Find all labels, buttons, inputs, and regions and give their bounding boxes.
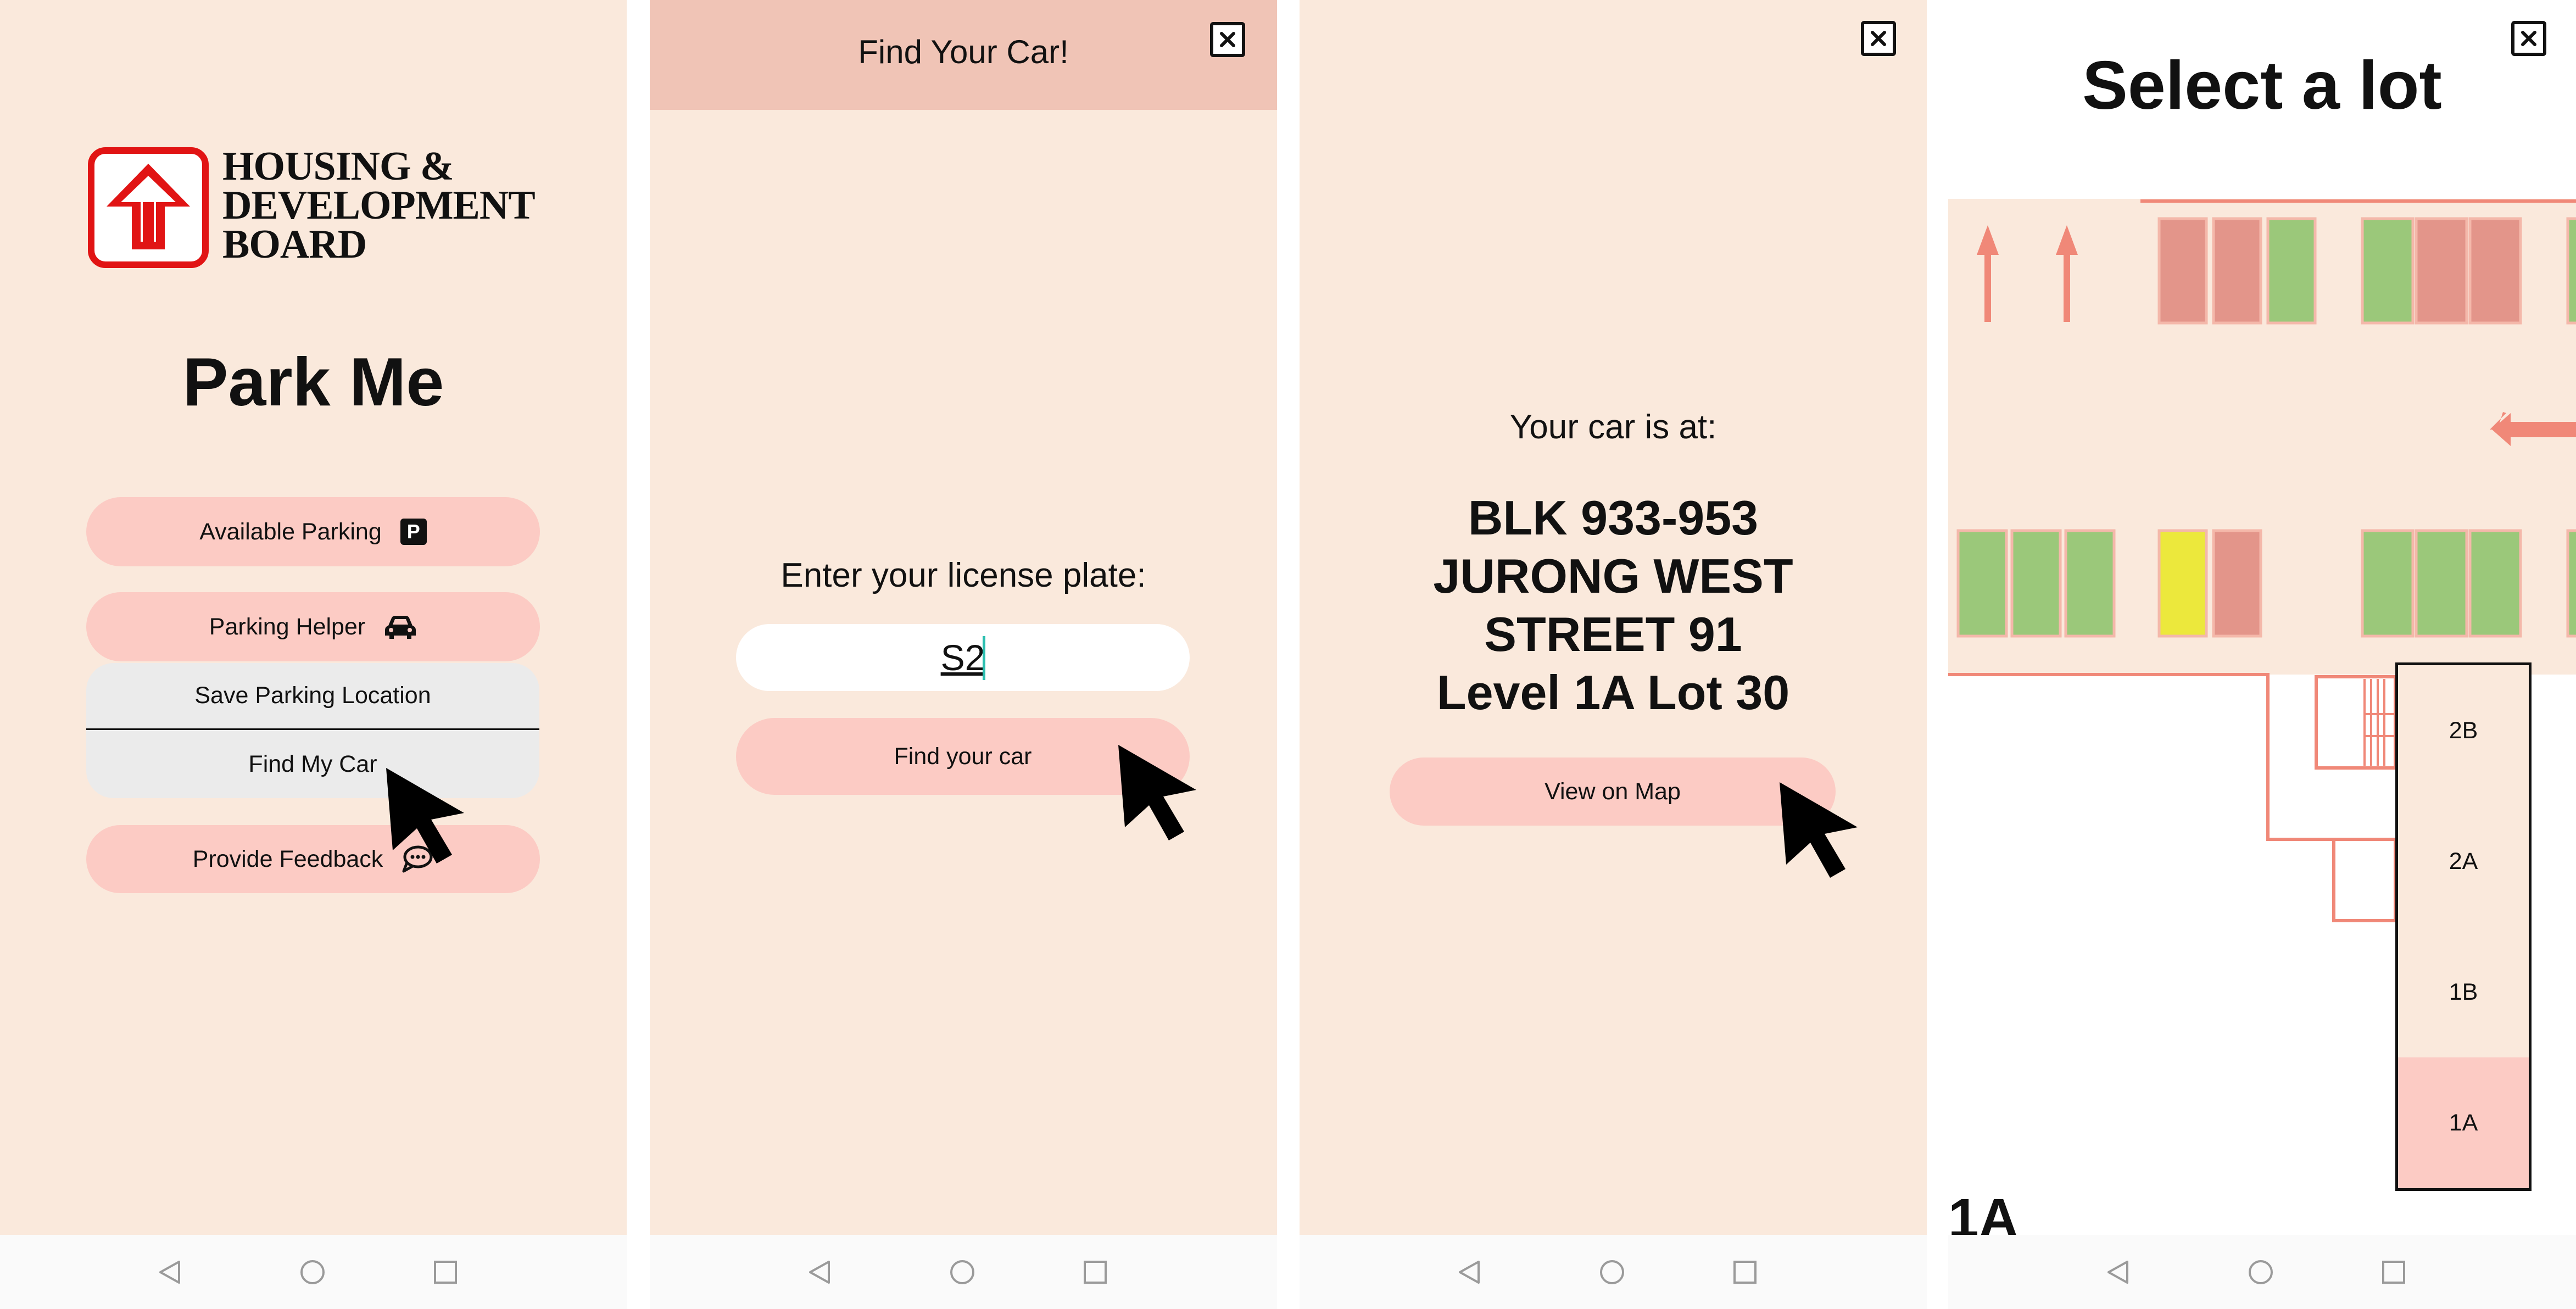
hdb-logo-icon — [88, 147, 209, 268]
address-street-1: JURONG WEST — [1433, 549, 1793, 603]
home-icon[interactable] — [300, 1260, 325, 1285]
provide-feedback-button[interactable]: Provide Feedback — [86, 825, 540, 893]
recent-apps-icon[interactable] — [2381, 1260, 2406, 1285]
back-icon[interactable] — [1457, 1260, 1482, 1285]
save-parking-location-label: Save Parking Location — [194, 682, 431, 709]
stair-steps — [2363, 679, 2395, 766]
license-plate-prompt: Enter your license plate: — [780, 556, 1146, 594]
android-nav-bar — [0, 1235, 627, 1309]
back-icon[interactable] — [807, 1260, 832, 1285]
license-plate-input[interactable] — [736, 624, 1190, 691]
back-icon[interactable] — [157, 1260, 182, 1285]
parking-helper-label: Parking Helper — [209, 613, 366, 640]
lift-lobby — [2332, 838, 2397, 922]
close-button[interactable] — [1861, 21, 1896, 56]
recent-apps-icon[interactable] — [1732, 1260, 1758, 1285]
parking-lots-top-row[interactable] — [2157, 217, 2576, 325]
parking-helper-button[interactable]: Parking Helper — [86, 592, 540, 661]
provide-feedback-label: Provide Feedback — [192, 845, 383, 872]
android-nav-bar — [1948, 1235, 2576, 1309]
car-location-screen: Your car is at: BLK 933-953 JURONG WEST … — [1300, 0, 1927, 1309]
home-icon[interactable] — [950, 1260, 975, 1285]
close-button[interactable] — [1210, 22, 1245, 57]
parking-lot[interactable] — [2415, 217, 2468, 325]
android-nav-bar — [650, 1235, 1277, 1309]
parking-lot[interactable] — [2361, 217, 2415, 325]
find-car-screen: Find Your Car! Enter your license plate:… — [650, 0, 1277, 1309]
floor-option-1b[interactable]: 1B — [2398, 927, 2529, 1057]
parking-lot[interactable] — [2064, 529, 2116, 638]
address-block: BLK 933-953 — [1468, 491, 1759, 545]
floor-selector: 2B 2A 1B 1A — [2395, 662, 2532, 1191]
available-parking-label: Available Parking — [199, 518, 382, 545]
recent-apps-icon[interactable] — [1083, 1260, 1108, 1285]
find-your-car-label: Find your car — [894, 743, 1032, 770]
floor-option-2b[interactable]: 2B — [2398, 665, 2529, 796]
view-on-map-button[interactable]: View on Map — [1390, 757, 1836, 826]
find-my-car-label: Find My Car — [248, 750, 377, 777]
logo-line-1: HOUSING & — [222, 144, 454, 189]
parking-lot[interactable] — [2361, 529, 2415, 638]
parking-lot[interactable] — [2468, 217, 2522, 325]
save-parking-location-button[interactable]: Save Parking Location — [86, 663, 539, 730]
home-icon[interactable] — [1599, 1260, 1625, 1285]
address-level-lot: Level 1A Lot 30 — [1436, 665, 1790, 720]
parking-lot[interactable] — [2468, 529, 2522, 638]
parking-lot[interactable] — [2212, 217, 2262, 325]
header-title: Find Your Car! — [858, 34, 1069, 70]
parking-lot[interactable] — [2212, 529, 2262, 638]
parking-lot[interactable] — [2157, 217, 2208, 325]
select-lot-title: Select a lot — [2082, 48, 2442, 124]
deck-outline-wall — [1948, 673, 2395, 841]
close-icon — [2521, 31, 2536, 46]
home-icon[interactable] — [2248, 1260, 2273, 1285]
hdb-logo-text: HOUSING & DEVELOPMENT BOARD — [222, 144, 536, 267]
parking-lot[interactable] — [1956, 529, 2008, 638]
select-lot-screen: Select a lot 2B 2A 1B 1A 1A — [1948, 0, 2576, 1309]
floor-option-1a-selected[interactable]: 1A — [2398, 1057, 2529, 1188]
available-parking-button[interactable]: Available Parking P — [86, 497, 540, 566]
parking-lot[interactable] — [2566, 529, 2576, 638]
cursor-pointer-icon — [386, 768, 464, 864]
close-icon — [1871, 31, 1886, 46]
floor-option-2a[interactable]: 2A — [2398, 796, 2529, 927]
car-address: BLK 933-953 JURONG WEST STREET 91 Level … — [1300, 489, 1927, 722]
car-location-label: Your car is at: — [1509, 408, 1717, 446]
cursor-pointer-icon — [1118, 745, 1196, 840]
home-screen: HOUSING & DEVELOPMENT BOARD Park Me Avai… — [0, 0, 627, 1309]
address-street-2: STREET 91 — [1484, 607, 1742, 661]
parking-icon: P — [400, 519, 427, 545]
header-bar: Find Your Car! — [650, 0, 1277, 110]
parking-lot[interactable] — [2415, 529, 2468, 638]
parking-lot[interactable] — [2266, 217, 2317, 325]
recent-apps-icon[interactable] — [433, 1260, 458, 1285]
parking-lot-reserved[interactable] — [2157, 529, 2208, 638]
parking-lot[interactable] — [2010, 529, 2062, 638]
view-on-map-label: View on Map — [1545, 778, 1681, 805]
cursor-pointer-icon — [1780, 782, 1858, 878]
close-icon — [1220, 32, 1235, 47]
back-icon[interactable] — [2105, 1260, 2131, 1285]
android-nav-bar — [1300, 1235, 1927, 1309]
text-caret — [983, 636, 985, 680]
logo-line-2: DEVELOPMENT — [222, 183, 536, 228]
car-icon — [385, 616, 416, 639]
parking-lot[interactable] — [2566, 217, 2576, 325]
find-my-car-button[interactable]: Find My Car — [86, 730, 539, 798]
app-title: Park Me — [182, 344, 444, 420]
logo-line-3: BOARD — [222, 222, 367, 267]
